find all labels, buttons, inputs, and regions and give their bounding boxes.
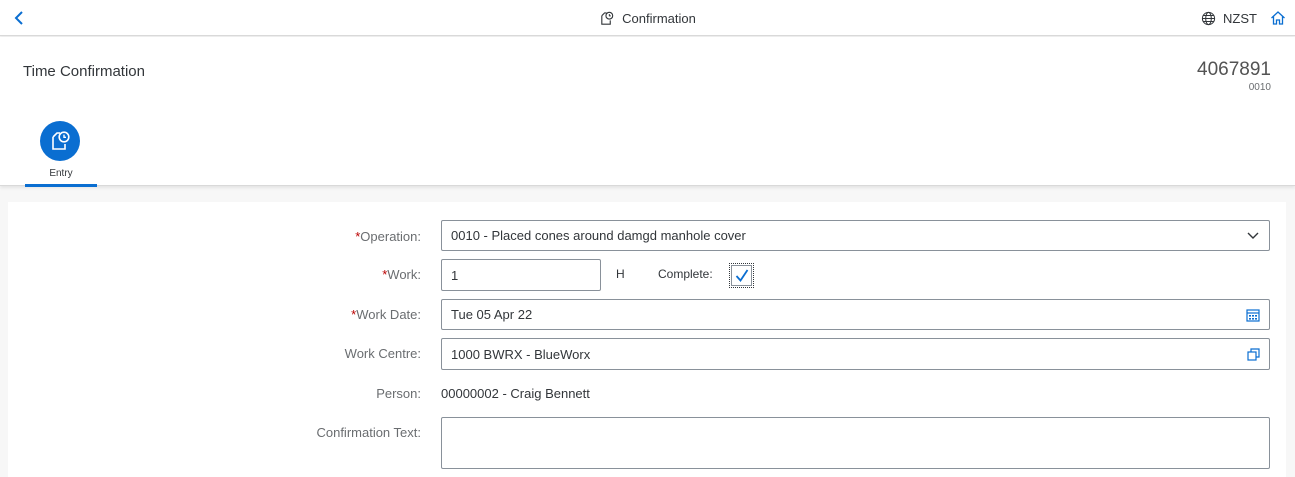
work-label: *Work:	[382, 267, 421, 282]
operation-label: *Operation:	[355, 229, 421, 244]
confirmation-text-label: Confirmation Text:	[316, 425, 421, 440]
chevron-left-icon	[14, 11, 23, 25]
home-button[interactable]	[1267, 7, 1289, 29]
calendar-icon[interactable]	[1245, 307, 1261, 323]
object-number: 4067891	[1197, 59, 1271, 80]
tab-icon-circle	[40, 121, 80, 161]
work-value: 1	[451, 267, 459, 283]
work-unit: H	[616, 267, 625, 281]
work-centre-value: 1000 BWRX - BlueWorx	[451, 346, 591, 362]
timezone-label: NZST	[1223, 10, 1257, 26]
tab-entry[interactable]: Entry	[25, 121, 97, 187]
value-help-icon[interactable]	[1245, 346, 1261, 362]
object-header: Time Confirmation 4067891 0010 Entry	[0, 37, 1295, 187]
work-date-label: *Work Date:	[351, 307, 421, 322]
confirmation-text-area[interactable]	[441, 417, 1270, 469]
page-title: Time Confirmation	[23, 63, 145, 80]
chevron-down-icon[interactable]	[1245, 228, 1261, 244]
shell-bar: Confirmation NZST	[0, 0, 1295, 36]
operation-value: 0010 - Placed cones around damgd manhole…	[451, 228, 746, 243]
timezone-button[interactable]: NZST	[1201, 11, 1257, 26]
work-input[interactable]: 1	[441, 259, 601, 291]
work-date-picker[interactable]: Tue 05 Apr 22	[441, 299, 1270, 330]
complete-label: Complete:	[658, 267, 713, 281]
person-value: 00000002 - Craig Bennett	[441, 386, 590, 401]
shell-title: Confirmation	[622, 10, 696, 26]
work-centre-input[interactable]: 1000 BWRX - BlueWorx	[441, 338, 1270, 370]
back-button[interactable]	[8, 6, 30, 30]
work-centre-label: Work Centre:	[344, 346, 421, 361]
tab-selected-indicator	[25, 184, 97, 187]
globe-icon	[1201, 11, 1216, 25]
clock-document-icon	[601, 11, 614, 25]
checkmark-icon	[735, 269, 748, 282]
form-panel: *Operation: 0010 - Placed cones around d…	[8, 202, 1286, 477]
operation-select[interactable]: 0010 - Placed cones around damgd manhole…	[441, 220, 1270, 251]
work-date-value: Tue 05 Apr 22	[451, 307, 533, 322]
complete-checkbox[interactable]	[729, 263, 754, 288]
clock-document-icon	[52, 131, 70, 150]
tab-entry-label: Entry	[49, 168, 73, 179]
person-label: Person:	[376, 386, 421, 401]
object-number-unit: 0010	[1248, 82, 1271, 93]
shell-title-group: Confirmation	[0, 0, 1295, 36]
home-icon	[1271, 11, 1285, 25]
